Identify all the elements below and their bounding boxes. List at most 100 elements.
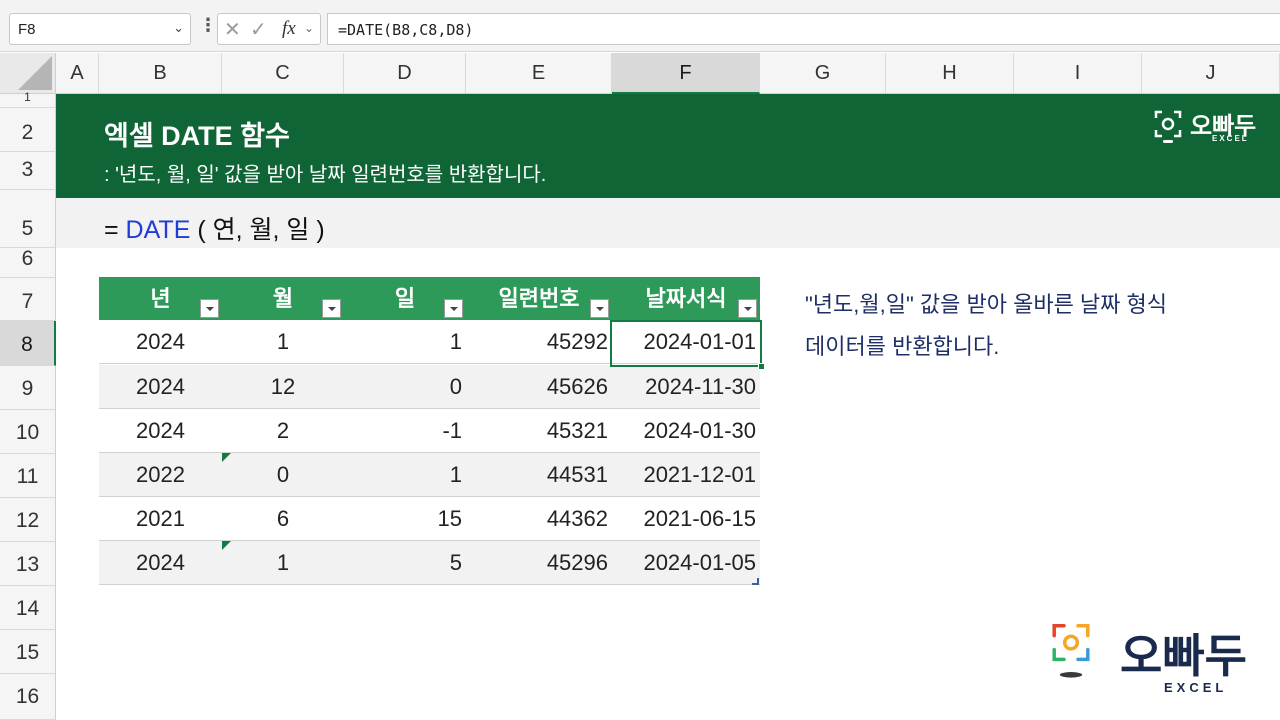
table-cell[interactable]: 45296 — [466, 541, 612, 585]
table-cell[interactable]: 1 — [222, 541, 344, 585]
row-header-8[interactable]: 8 — [0, 321, 56, 366]
syntax-function: DATE — [125, 216, 191, 244]
filter-dropdown-icon[interactable] — [738, 299, 757, 318]
formula-bar: F8 ⌄ ⋮ ✕ ✓ fx ⌄ =DATE(B8,C8,D8) — [0, 0, 1280, 52]
table-cell[interactable]: 1 — [344, 320, 466, 364]
column-header-b[interactable]: B — [99, 53, 222, 94]
table-cell[interactable]: 12 — [222, 365, 344, 409]
table-cell[interactable]: 2022 — [99, 453, 222, 497]
row-header-12[interactable]: 12 — [0, 498, 56, 542]
banner-logo-sub: EXCEL — [1212, 134, 1249, 143]
fill-handle[interactable] — [758, 363, 765, 370]
select-all-triangle — [18, 56, 52, 90]
row-header-9[interactable]: 9 — [0, 366, 56, 410]
table-header-month: 월 — [222, 277, 344, 320]
chevron-down-icon[interactable]: ⌄ — [173, 20, 184, 36]
row-header-1[interactable]: 1 — [0, 91, 56, 108]
insert-function-icon[interactable]: fx — [282, 18, 296, 40]
table-cell[interactable]: 0 — [344, 365, 466, 409]
column-header-d[interactable]: D — [344, 53, 466, 94]
header-label: 일 — [394, 286, 416, 311]
row-header-2[interactable]: 2 — [0, 108, 56, 152]
table-cell[interactable]: 1 — [344, 453, 466, 497]
filter-dropdown-icon[interactable] — [322, 299, 341, 318]
chevron-down-icon[interactable]: ⌄ — [304, 21, 314, 35]
error-indicator-icon[interactable] — [222, 453, 231, 462]
name-box-value: F8 — [18, 21, 36, 38]
column-header-a[interactable]: A — [56, 53, 99, 94]
brand-logo-sub: EXCEL — [1164, 680, 1228, 695]
table-cell[interactable]: 15 — [344, 497, 466, 541]
filter-dropdown-icon[interactable] — [200, 299, 219, 318]
row-header-7[interactable]: 7 — [0, 278, 56, 321]
column-header-g[interactable]: G — [760, 53, 886, 94]
table-cell[interactable]: 2024 — [99, 409, 222, 453]
syntax-row: = DATE ( 연, 월, 일 ) — [56, 198, 1280, 248]
row-header-11[interactable]: 11 — [0, 454, 56, 498]
table-cell[interactable]: 45321 — [466, 409, 612, 453]
table-cell[interactable]: 2024-01-05 — [612, 541, 760, 585]
table-cell[interactable]: 2021-06-15 — [612, 497, 760, 541]
enter-check-icon[interactable]: ✓ — [250, 17, 267, 42]
column-header-i[interactable]: I — [1014, 53, 1142, 94]
filter-dropdown-icon[interactable] — [590, 299, 609, 318]
table-cell[interactable]: 2 — [222, 409, 344, 453]
row-header-3[interactable]: 3 — [0, 152, 56, 190]
row-header-13[interactable]: 13 — [0, 542, 56, 586]
header-label: 월 — [272, 286, 294, 311]
row-header-6[interactable]: 6 — [0, 248, 56, 278]
column-header-e[interactable]: E — [466, 53, 612, 94]
banner-logo: 오빠두 EXCEL — [1152, 106, 1262, 146]
header-label: 날짜서식 — [645, 286, 727, 311]
syntax-prefix: = — [104, 216, 126, 244]
explanation-note: "년도,월,일" 값을 받아 올바른 날짜 형식 데이터를 반환합니다. — [805, 284, 1167, 368]
table-cell[interactable]: 2021-12-01 — [612, 453, 760, 497]
table-cell[interactable]: 45292 — [466, 320, 612, 364]
column-header-h[interactable]: H — [886, 53, 1014, 94]
brand-logo-text: 오빠두 — [1120, 630, 1247, 682]
filter-dropdown-icon[interactable] — [444, 299, 463, 318]
select-all-corner[interactable] — [0, 53, 56, 94]
syntax-text: = DATE ( 연, 월, 일 ) — [104, 210, 325, 246]
table-cell[interactable]: 5 — [344, 541, 466, 585]
table-cell[interactable]: 2024 — [99, 541, 222, 585]
formula-input[interactable]: =DATE(B8,C8,D8) — [327, 13, 1280, 45]
table-cell[interactable]: 44362 — [466, 497, 612, 541]
table-cell[interactable]: 2024 — [99, 365, 222, 409]
title-banner: 엑셀 DATE 함수 : '년도, 월, 일' 값을 받아 날짜 일련번호를 반… — [56, 94, 1280, 198]
table-cell[interactable]: 1 — [222, 320, 344, 364]
table-cell[interactable]: 2024 — [99, 320, 222, 364]
row-header-10[interactable]: 10 — [0, 410, 56, 454]
more-options-icon[interactable]: ⋮ — [199, 15, 217, 36]
cancel-icon[interactable]: ✕ — [224, 17, 241, 42]
table-resize-handle[interactable] — [752, 578, 759, 585]
row-header-14[interactable]: 14 — [0, 586, 56, 630]
name-box[interactable]: F8 ⌄ — [9, 13, 191, 45]
selected-cell-outline[interactable] — [610, 320, 765, 370]
row-header-5[interactable]: 5 — [0, 190, 56, 248]
table-cell[interactable]: 0 — [222, 453, 344, 497]
banner-title: 엑셀 DATE 함수 — [104, 121, 290, 151]
table-header-serial: 일련번호 — [466, 277, 612, 320]
table-cell[interactable]: -1 — [344, 409, 466, 453]
table-header-year: 년 — [99, 277, 222, 320]
table-cell[interactable]: 45626 — [466, 365, 612, 409]
column-header-j[interactable]: J — [1142, 53, 1280, 94]
brand-logo-mark-icon — [1052, 624, 1090, 678]
error-indicator-icon[interactable] — [222, 541, 231, 550]
table-cell[interactable]: 2024-11-30 — [612, 365, 760, 409]
table-cell[interactable]: 6 — [222, 497, 344, 541]
row-header-16[interactable]: 16 — [0, 674, 56, 720]
syntax-args: ( 연, 월, 일 ) — [190, 216, 325, 244]
table-header-day: 일 — [344, 277, 466, 320]
banner-subtitle: : '년도, 월, 일' 값을 받아 날짜 일련번호를 반환합니다. — [104, 164, 547, 186]
table-header-date-format: 날짜서식 — [612, 277, 760, 320]
brand-logo: 오빠두 EXCEL — [1040, 620, 1260, 700]
row-header-15[interactable]: 15 — [0, 630, 56, 674]
column-header-f[interactable]: F — [612, 53, 760, 94]
table-cell[interactable]: 2021 — [99, 497, 222, 541]
logo-mark-icon — [1154, 110, 1182, 143]
table-cell[interactable]: 44531 — [466, 453, 612, 497]
column-header-c[interactable]: C — [222, 53, 344, 94]
table-cell[interactable]: 2024-01-30 — [612, 409, 760, 453]
